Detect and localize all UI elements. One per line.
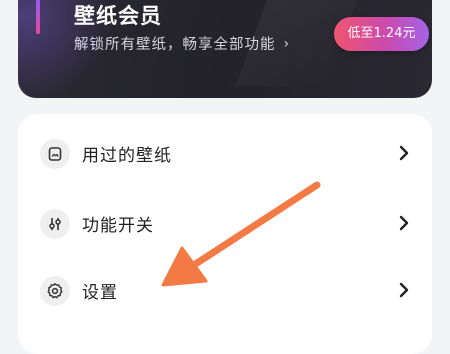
menu-item-label: 功能开关 bbox=[82, 216, 154, 236]
vip-subtitle: 解锁所有壁纸，畅享全部功能 bbox=[74, 37, 276, 53]
sliders-icon bbox=[40, 209, 70, 239]
vip-title: 壁纸会员 bbox=[74, 4, 162, 28]
menu-item-settings[interactable]: 设置 bbox=[18, 264, 432, 320]
menu-item-label: 用过的壁纸 bbox=[82, 146, 172, 166]
chevron-right-icon: › bbox=[283, 35, 291, 52]
vip-subtitle-link[interactable]: 解锁所有壁纸，畅享全部功能 › bbox=[74, 33, 290, 54]
wallpaper-icon bbox=[40, 139, 70, 169]
chevron-right-icon bbox=[399, 282, 409, 298]
menu-item-used-wallpapers[interactable]: 用过的壁纸 bbox=[18, 127, 432, 183]
vip-membership-card[interactable]: 壁纸会员 解锁所有壁纸，畅享全部功能 › 低至1.24元 bbox=[18, 0, 432, 98]
chevron-right-icon bbox=[399, 145, 409, 161]
vip-banner-area: 壁纸会员 解锁所有壁纸，畅享全部功能 › 低至1.24元 bbox=[0, 0, 450, 104]
menu-item-label: 设置 bbox=[82, 283, 118, 303]
vip-accent-bar bbox=[36, 0, 40, 34]
chevron-right-icon bbox=[399, 215, 409, 231]
vip-price-button[interactable]: 低至1.24元 bbox=[334, 17, 429, 51]
menu-item-feature-switch[interactable]: 功能开关 bbox=[18, 197, 432, 253]
gear-icon bbox=[40, 276, 70, 306]
menu-card: 用过的壁纸 功能开关 设置 bbox=[18, 114, 432, 354]
